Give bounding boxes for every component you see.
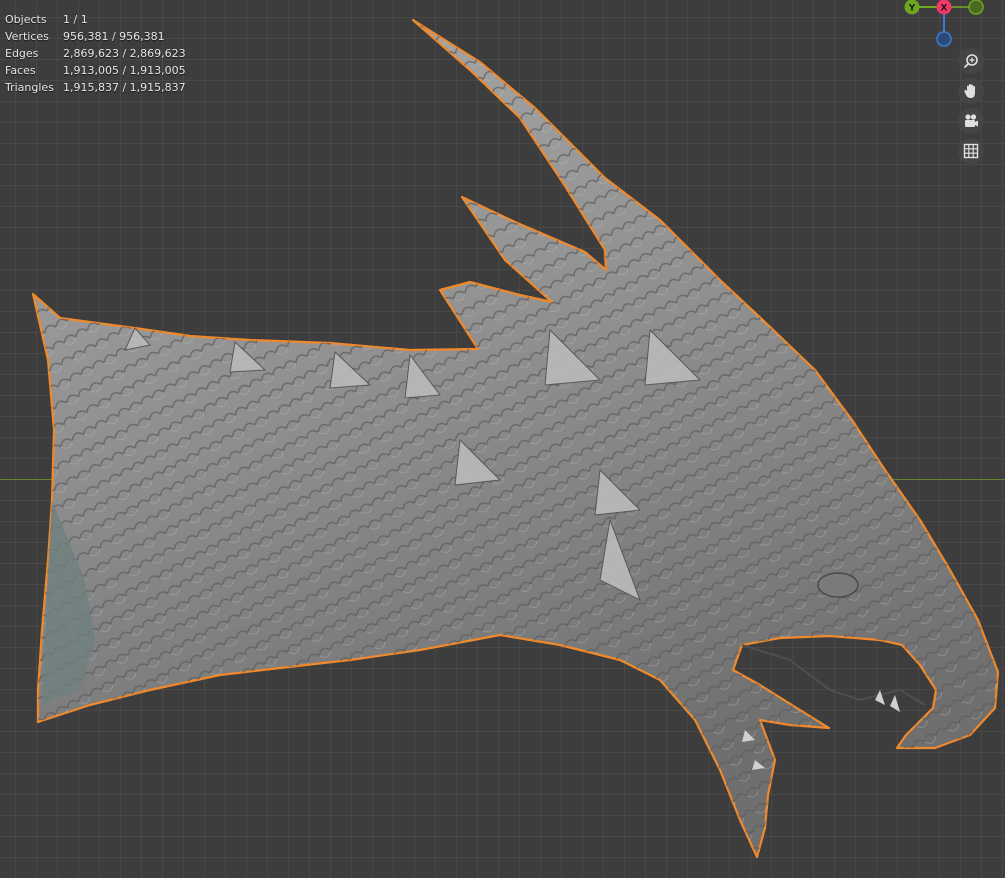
gizmo-neg-y-handle[interactable] xyxy=(968,0,984,15)
stat-row-faces: Faces 1,913,005 / 1,913,005 xyxy=(5,62,186,79)
3d-viewport[interactable]: Objects 1 / 1 Vertices 956,381 / 956,381… xyxy=(0,0,1005,878)
zoom-icon xyxy=(963,54,978,69)
stat-label: Vertices xyxy=(5,30,49,43)
viewport-nav-buttons xyxy=(958,48,986,168)
camera-view-button[interactable] xyxy=(958,108,984,134)
stat-label: Edges xyxy=(5,47,39,60)
camera-icon xyxy=(965,114,978,127)
stat-row-objects: Objects 1 / 1 xyxy=(5,11,186,28)
dragon-head-mesh[interactable] xyxy=(0,0,1005,878)
viewport-statistics: Objects 1 / 1 Vertices 956,381 / 956,381… xyxy=(5,11,186,96)
gizmo-neg-z-handle[interactable] xyxy=(936,31,952,47)
gizmo-y-label: Y xyxy=(908,4,916,14)
stat-row-edges: Edges 2,869,623 / 2,869,623 xyxy=(5,45,186,62)
stat-label: Triangles xyxy=(5,81,54,94)
navigation-gizmo[interactable]: Y X xyxy=(896,0,996,50)
stat-value: 1 / 1 xyxy=(63,13,88,26)
stat-value: 2,869,623 / 2,869,623 xyxy=(63,47,186,60)
stat-value: 1,913,005 / 1,913,005 xyxy=(63,64,186,77)
dragon-eye xyxy=(817,572,859,598)
hand-pan-icon xyxy=(964,84,975,98)
zoom-button[interactable] xyxy=(958,48,984,74)
stat-value: 1,915,837 / 1,915,837 xyxy=(63,81,186,94)
toggle-perspective-button[interactable] xyxy=(958,138,984,164)
stat-value: 956,381 / 956,381 xyxy=(63,30,165,43)
gizmo-x-label: X xyxy=(941,4,948,14)
stat-row-triangles: Triangles 1,915,837 / 1,915,837 xyxy=(5,79,186,96)
stat-label: Faces xyxy=(5,64,36,77)
pan-button[interactable] xyxy=(958,78,984,104)
stat-row-vertices: Vertices 956,381 / 956,381 xyxy=(5,28,186,45)
grid-icon xyxy=(963,143,979,159)
stat-label: Objects xyxy=(5,13,47,26)
